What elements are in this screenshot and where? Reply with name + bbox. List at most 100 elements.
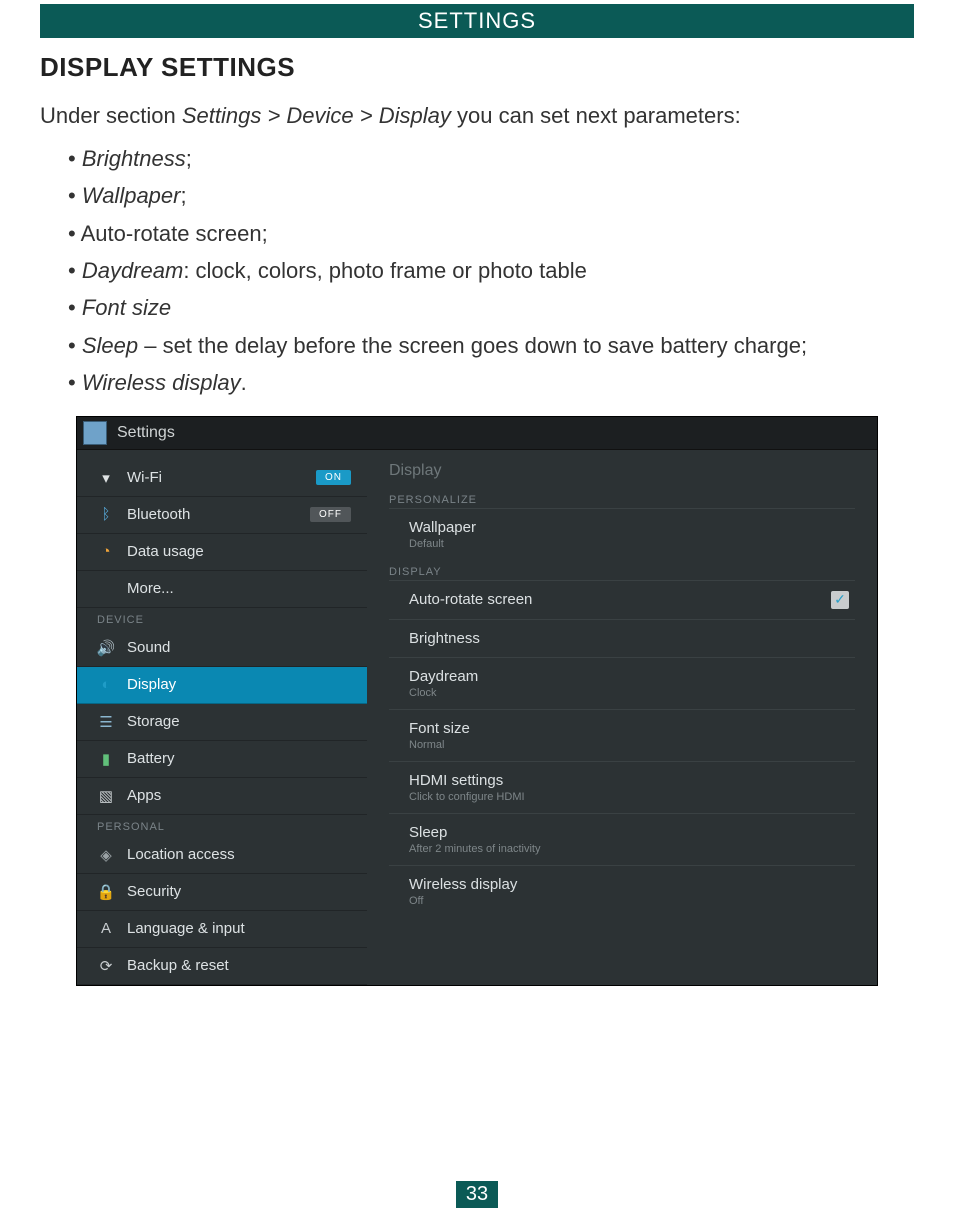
location-icon: ◈ [97, 846, 115, 864]
sidebar-data-label: Data usage [127, 543, 204, 560]
bluetooth-toggle[interactable]: OFF [310, 507, 351, 522]
sidebar-item-display[interactable]: ◐ Display [77, 667, 367, 704]
settings-screenshot: Settings ▾ Wi-Fi ON ᛒ Bluetooth OFF [76, 416, 878, 986]
option-wallpaper: Wallpaper; [68, 177, 914, 214]
sidebar-sound-label: Sound [127, 639, 170, 656]
row-wallpaper-title: Wallpaper [409, 519, 476, 536]
more-icon [97, 580, 115, 598]
sidebar-location-label: Location access [127, 846, 235, 863]
sidebar-bt-label: Bluetooth [127, 506, 190, 523]
storage-icon: ☰ [97, 713, 115, 731]
page-number: 33 [0, 1181, 954, 1208]
sidebar-storage-label: Storage [127, 713, 180, 730]
lead-paragraph: Under section Settings > Device > Displa… [40, 101, 914, 132]
option-wireless: Wireless display. [68, 364, 914, 401]
row-fontsize-sub: Normal [409, 739, 470, 751]
row-autorotate[interactable]: Auto-rotate screen ✓ [389, 580, 855, 619]
row-wireless-sub: Off [409, 895, 517, 907]
option-sleep-text: Sleep [82, 333, 138, 358]
row-brightness-title: Brightness [409, 630, 480, 647]
sidebar-battery-label: Battery [127, 750, 175, 767]
page-number-value: 33 [456, 1181, 498, 1208]
option-daydream: Daydream: clock, colors, photo frame or … [68, 252, 914, 289]
panel-title: Display [389, 462, 855, 480]
apps-icon: ▧ [97, 787, 115, 805]
sidebar-item-location[interactable]: ◈ Location access [77, 837, 367, 874]
sidebar-item-language[interactable]: A Language & input [77, 911, 367, 948]
autorotate-checkbox[interactable]: ✓ [831, 591, 849, 609]
launcher-icon[interactable] [83, 421, 107, 445]
sidebar-item-security[interactable]: 🔒 Security [77, 874, 367, 911]
titlebar: Settings [77, 417, 877, 450]
sidebar-security-label: Security [127, 883, 181, 900]
sidebar-item-apps[interactable]: ▧ Apps [77, 778, 367, 815]
sound-icon: 🔊 [97, 639, 115, 657]
option-wireless-text: Wireless display [82, 370, 241, 395]
option-autorotate: Auto-rotate screen; [68, 215, 914, 252]
option-wallpaper-suffix: ; [180, 183, 186, 208]
option-fontsize: Font size [68, 289, 914, 326]
sidebar-item-data-usage[interactable]: ◔ Data usage [77, 534, 367, 571]
bluetooth-icon: ᛒ [97, 506, 115, 524]
wifi-toggle[interactable]: ON [316, 470, 351, 485]
row-daydream-sub: Clock [409, 687, 478, 699]
sidebar-item-wifi[interactable]: ▾ Wi-Fi ON [77, 460, 367, 497]
row-autorotate-title: Auto-rotate screen [409, 591, 532, 608]
option-brightness-text: Brightness [82, 146, 186, 171]
option-daydream-suffix: : clock, colors, photo frame or photo ta… [183, 258, 587, 283]
category-personalize: PERSONALIZE [389, 494, 855, 506]
row-wireless-display[interactable]: Wireless display Off [389, 865, 855, 917]
option-sleep: Sleep – set the delay before the screen … [68, 327, 914, 364]
option-sleep-suffix: – set the delay before the screen goes d… [138, 333, 807, 358]
sidebar-backup-label: Backup & reset [127, 957, 229, 974]
option-brightness-suffix: ; [186, 146, 192, 171]
option-wallpaper-text: Wallpaper [82, 183, 181, 208]
lead-post: you can set next parameters: [451, 103, 741, 128]
row-daydream[interactable]: Daydream Clock [389, 657, 855, 709]
display-icon: ◐ [97, 676, 115, 694]
sidebar-language-label: Language & input [127, 920, 245, 937]
sidebar-item-bluetooth[interactable]: ᛒ Bluetooth OFF [77, 497, 367, 534]
row-hdmi-title: HDMI settings [409, 772, 525, 789]
banner-settings: SETTINGS [40, 4, 914, 38]
sidebar-item-storage[interactable]: ☰ Storage [77, 704, 367, 741]
sidebar-wifi-label: Wi-Fi [127, 469, 162, 486]
sidebar-header-device: DEVICE [77, 608, 367, 630]
sidebar-item-sound[interactable]: 🔊 Sound [77, 630, 367, 667]
option-brightness: Brightness; [68, 140, 914, 177]
row-fontsize-title: Font size [409, 720, 470, 737]
sidebar-item-battery[interactable]: ▮ Battery [77, 741, 367, 778]
sidebar-item-more[interactable]: More... [77, 571, 367, 608]
row-sleep-title: Sleep [409, 824, 540, 841]
option-wireless-suffix: . [241, 370, 247, 395]
battery-icon: ▮ [97, 750, 115, 768]
option-fontsize-text: Font size [82, 295, 171, 320]
row-fontsize[interactable]: Font size Normal [389, 709, 855, 761]
backup-icon: ⟳ [97, 957, 115, 975]
sidebar-display-label: Display [127, 676, 176, 693]
lock-icon: 🔒 [97, 883, 115, 901]
row-hdmi-sub: Click to configure HDMI [409, 791, 525, 803]
row-sleep-sub: After 2 minutes of inactivity [409, 843, 540, 855]
sidebar-apps-label: Apps [127, 787, 161, 804]
row-hdmi[interactable]: HDMI settings Click to configure HDMI [389, 761, 855, 813]
display-settings-panel: Display PERSONALIZE Wallpaper Default DI… [367, 450, 877, 985]
titlebar-text: Settings [117, 424, 175, 442]
sidebar-header-personal: PERSONAL [77, 815, 367, 837]
row-sleep[interactable]: Sleep After 2 minutes of inactivity [389, 813, 855, 865]
section-title: DISPLAY SETTINGS [40, 52, 914, 83]
language-icon: A [97, 920, 115, 938]
row-wireless-title: Wireless display [409, 876, 517, 893]
lead-pre: Under section [40, 103, 182, 128]
settings-sidebar: ▾ Wi-Fi ON ᛒ Bluetooth OFF ◔ Data usage Mor… [77, 450, 367, 985]
sidebar-more-label: More... [127, 580, 174, 597]
sidebar-item-backup[interactable]: ⟳ Backup & reset [77, 948, 367, 985]
data-usage-icon: ◔ [97, 543, 115, 561]
lead-path: Settings > Device > Display [182, 103, 451, 128]
option-autorotate-text: Auto-rotate screen; [81, 221, 268, 246]
row-wallpaper[interactable]: Wallpaper Default [389, 508, 855, 560]
row-wallpaper-sub: Default [409, 538, 476, 550]
wifi-icon: ▾ [97, 469, 115, 487]
row-brightness[interactable]: Brightness [389, 619, 855, 657]
row-daydream-title: Daydream [409, 668, 478, 685]
